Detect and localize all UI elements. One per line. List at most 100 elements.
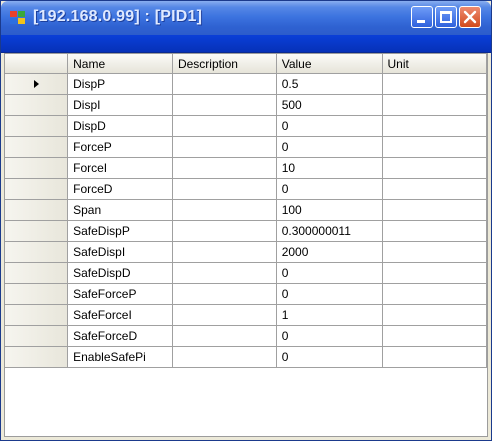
cell-description[interactable] <box>172 346 277 368</box>
cell-unit[interactable] <box>382 262 487 284</box>
maximize-button[interactable] <box>435 6 457 28</box>
cell-description[interactable] <box>172 220 277 242</box>
table-row[interactable]: DispP 0.5 <box>5 73 487 95</box>
title-bar[interactable]: [192.168.0.99] : [PID1] <box>1 1 491 35</box>
pid-parameters-window: [192.168.0.99] : [PID1] Name Description… <box>0 0 492 441</box>
cell-value[interactable]: 500 <box>276 94 383 116</box>
cell-unit[interactable] <box>382 73 487 95</box>
table-row[interactable]: SafeDispP 0.300000011 <box>5 220 487 242</box>
cell-unit[interactable] <box>382 325 487 347</box>
cell-unit[interactable] <box>382 178 487 200</box>
cell-description[interactable] <box>172 73 277 95</box>
cell-value[interactable]: 0 <box>276 136 383 158</box>
cell-description[interactable] <box>172 241 277 263</box>
column-header-value[interactable]: Value <box>276 54 383 74</box>
cell-unit[interactable] <box>382 304 487 326</box>
cell-value[interactable]: 0 <box>276 262 383 284</box>
cell-name[interactable]: DispD <box>67 115 173 137</box>
table-row[interactable]: SafeForceD 0 <box>5 325 487 347</box>
table-row[interactable]: DispI 500 <box>5 94 487 116</box>
row-header[interactable] <box>5 178 69 200</box>
close-button[interactable] <box>459 6 481 28</box>
cell-description[interactable] <box>172 94 277 116</box>
table-row[interactable]: ForceD 0 <box>5 178 487 200</box>
cell-value[interactable]: 0 <box>276 115 383 137</box>
table-row[interactable]: SafeDispD 0 <box>5 262 487 284</box>
row-header[interactable] <box>5 262 69 284</box>
parameter-grid[interactable]: Name Description Value Unit DispP 0.5 Di… <box>4 53 488 437</box>
cell-description[interactable] <box>172 178 277 200</box>
cell-name[interactable]: SafeDispD <box>67 262 173 284</box>
cell-value[interactable]: 100 <box>276 199 383 221</box>
cell-unit[interactable] <box>382 157 487 179</box>
row-header[interactable] <box>5 73 69 95</box>
cell-name[interactable]: SafeDispI <box>67 241 173 263</box>
cell-name[interactable]: ForceD <box>67 178 173 200</box>
cell-description[interactable] <box>172 262 277 284</box>
cell-description[interactable] <box>172 157 277 179</box>
row-header[interactable] <box>5 94 69 116</box>
column-header-name[interactable]: Name <box>67 54 173 74</box>
cell-value[interactable]: 1 <box>276 304 383 326</box>
row-header[interactable] <box>5 283 69 305</box>
row-header[interactable] <box>5 115 69 137</box>
cell-unit[interactable] <box>382 283 487 305</box>
cell-name[interactable]: SafeForceI <box>67 304 173 326</box>
cell-name[interactable]: SafeForceP <box>67 283 173 305</box>
toolbar-band <box>1 35 491 53</box>
window-title: [192.168.0.99] : [PID1] <box>33 8 203 25</box>
cell-name[interactable]: DispP <box>67 73 173 95</box>
table-row[interactable]: SafeForceI 1 <box>5 304 487 326</box>
cell-description[interactable] <box>172 325 277 347</box>
table-row[interactable]: SafeForceP 0 <box>5 283 487 305</box>
cell-value[interactable]: 0.5 <box>276 73 383 95</box>
cell-unit[interactable] <box>382 346 487 368</box>
cell-value[interactable]: 0.300000011 <box>276 220 383 242</box>
cell-value[interactable]: 0 <box>276 346 383 368</box>
cell-description[interactable] <box>172 115 277 137</box>
cell-value[interactable]: 2000 <box>276 241 383 263</box>
cell-unit[interactable] <box>382 199 487 221</box>
cell-unit[interactable] <box>382 115 487 137</box>
row-header[interactable] <box>5 157 69 179</box>
cell-value[interactable]: 10 <box>276 157 383 179</box>
row-header[interactable] <box>5 325 69 347</box>
grid-header-row: Name Description Value Unit <box>5 54 487 74</box>
table-row[interactable]: ForceP 0 <box>5 136 487 158</box>
row-header[interactable] <box>5 241 69 263</box>
grid-corner[interactable] <box>5 54 69 74</box>
minimize-button[interactable] <box>411 6 433 28</box>
cell-description[interactable] <box>172 304 277 326</box>
cell-name[interactable]: Span <box>67 199 173 221</box>
cell-name[interactable]: ForceP <box>67 136 173 158</box>
cell-unit[interactable] <box>382 220 487 242</box>
column-header-description[interactable]: Description <box>172 54 277 74</box>
cell-description[interactable] <box>172 283 277 305</box>
row-header[interactable] <box>5 199 69 221</box>
cell-unit[interactable] <box>382 241 487 263</box>
cell-value[interactable]: 0 <box>276 325 383 347</box>
cell-name[interactable]: SafeForceD <box>67 325 173 347</box>
cell-name[interactable]: EnableSafePi <box>67 346 173 368</box>
column-header-unit[interactable]: Unit <box>382 54 487 74</box>
row-pointer-icon <box>33 80 39 88</box>
app-window-icon <box>10 11 26 26</box>
table-row[interactable]: Span 100 <box>5 199 487 221</box>
row-header[interactable] <box>5 304 69 326</box>
cell-name[interactable]: ForceI <box>67 157 173 179</box>
cell-name[interactable]: DispI <box>67 94 173 116</box>
cell-value[interactable]: 0 <box>276 178 383 200</box>
table-row[interactable]: EnableSafePi 0 <box>5 346 487 368</box>
table-row[interactable]: ForceI 10 <box>5 157 487 179</box>
cell-value[interactable]: 0 <box>276 283 383 305</box>
cell-unit[interactable] <box>382 136 487 158</box>
cell-unit[interactable] <box>382 94 487 116</box>
cell-description[interactable] <box>172 136 277 158</box>
table-row[interactable]: DispD 0 <box>5 115 487 137</box>
row-header[interactable] <box>5 136 69 158</box>
cell-description[interactable] <box>172 199 277 221</box>
table-row[interactable]: SafeDispI 2000 <box>5 241 487 263</box>
row-header[interactable] <box>5 346 69 368</box>
cell-name[interactable]: SafeDispP <box>67 220 173 242</box>
row-header[interactable] <box>5 220 69 242</box>
